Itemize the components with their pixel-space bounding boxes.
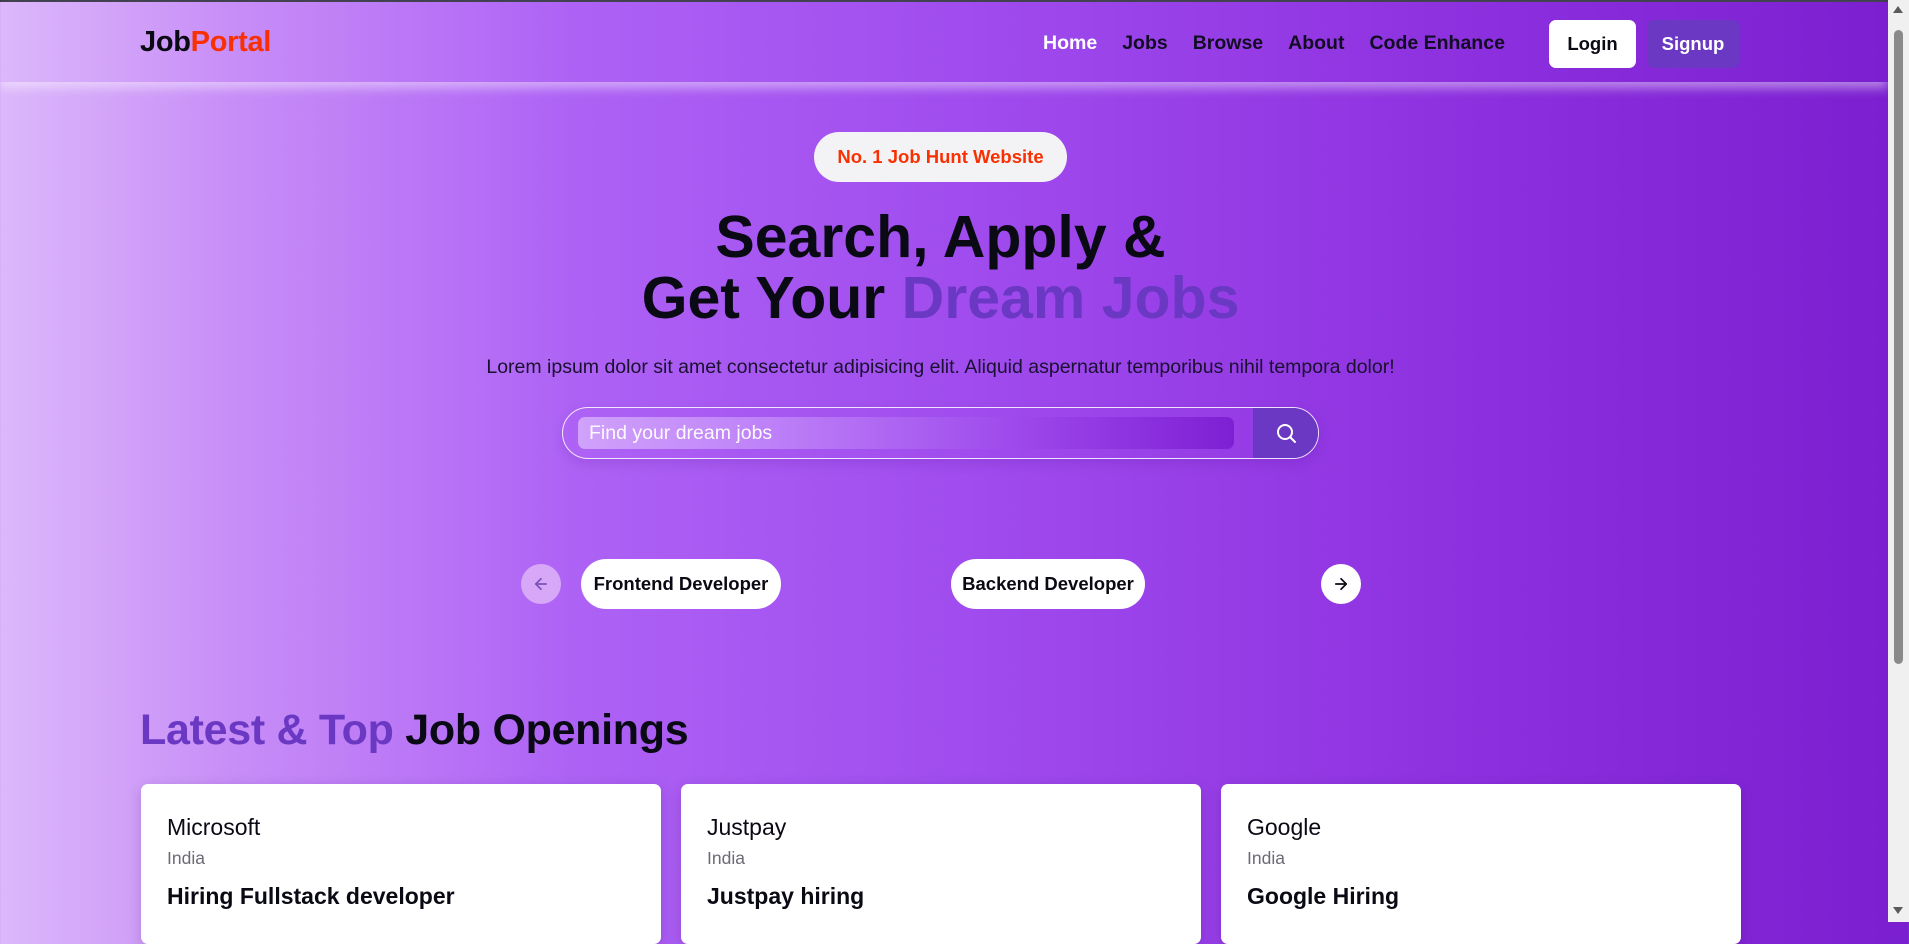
arrow-right-icon xyxy=(1334,577,1348,591)
brand-logo[interactable]: JobPortal xyxy=(140,26,271,59)
hero-badge: No. 1 Job Hunt Website xyxy=(814,132,1067,182)
job-card-title: Hiring Fullstack developer xyxy=(167,883,455,909)
nav-links: Home Jobs Browse About Code Enhance xyxy=(1043,32,1530,55)
hero-title-accent: Dream Jobs xyxy=(901,265,1240,331)
login-button[interactable]: Login xyxy=(1549,20,1636,68)
search-bar xyxy=(562,407,1319,459)
category-chip-frontend[interactable]: Frontend Developer xyxy=(581,559,781,609)
job-card[interactable]: Justpay India Justpay hiring xyxy=(681,784,1201,944)
job-card-location: India xyxy=(707,848,745,868)
scroll-up-arrow-icon[interactable] xyxy=(1893,6,1903,13)
job-card-title: Google Hiring xyxy=(1247,883,1400,909)
search-input[interactable] xyxy=(578,417,1229,449)
scrollbar-thumb[interactable] xyxy=(1894,30,1903,664)
search-button[interactable] xyxy=(1253,408,1318,458)
scroll-down-arrow-icon[interactable] xyxy=(1893,907,1903,914)
job-card-location: India xyxy=(167,848,205,868)
hero-title-line1: Search, Apply & xyxy=(715,204,1166,270)
job-card-company: Google xyxy=(1247,814,1322,840)
latest-jobs-title-plain: Job Openings xyxy=(393,706,689,754)
carousel-prev-button[interactable] xyxy=(521,564,561,604)
job-card-location: India xyxy=(1247,848,1285,868)
nav-link-about[interactable]: About xyxy=(1288,32,1344,55)
job-card-company: Justpay xyxy=(707,814,787,840)
nav-link-jobs[interactable]: Jobs xyxy=(1122,32,1168,55)
job-card-title: Justpay hiring xyxy=(707,883,865,909)
nav-link-browse[interactable]: Browse xyxy=(1193,32,1263,55)
hero-title: Search, Apply & Get Your Dream Jobs xyxy=(0,207,1881,329)
nav-link-code-enhance[interactable]: Code Enhance xyxy=(1369,32,1504,55)
hero-subtitle: Lorem ipsum dolor sit amet consectetur a… xyxy=(486,356,1395,378)
category-chip-backend[interactable]: Backend Developer xyxy=(951,559,1145,609)
search-field-wrapper xyxy=(578,417,1234,449)
brand-logo-part1: Job xyxy=(140,26,191,58)
job-card-company: Microsoft xyxy=(167,814,261,840)
navbar: JobPortal Home Jobs Browse About Code En… xyxy=(0,2,1888,82)
brand-logo-part2: Portal xyxy=(190,26,272,58)
page-scrollbar[interactable] xyxy=(1888,0,1909,922)
arrow-left-icon xyxy=(534,577,548,591)
carousel-next-button[interactable] xyxy=(1321,564,1361,604)
job-card[interactable]: Microsoft India Hiring Fullstack develop… xyxy=(141,784,661,944)
signup-button[interactable]: Signup xyxy=(1647,20,1739,68)
search-icon xyxy=(1276,424,1296,443)
latest-jobs-title: Latest & Top Job Openings xyxy=(140,706,689,755)
nav-link-home[interactable]: Home xyxy=(1043,32,1097,55)
hero-title-line2: Get Your xyxy=(641,265,902,331)
latest-jobs-title-accent: Latest & Top xyxy=(140,706,394,754)
job-card[interactable]: Google India Google Hiring xyxy=(1221,784,1741,944)
